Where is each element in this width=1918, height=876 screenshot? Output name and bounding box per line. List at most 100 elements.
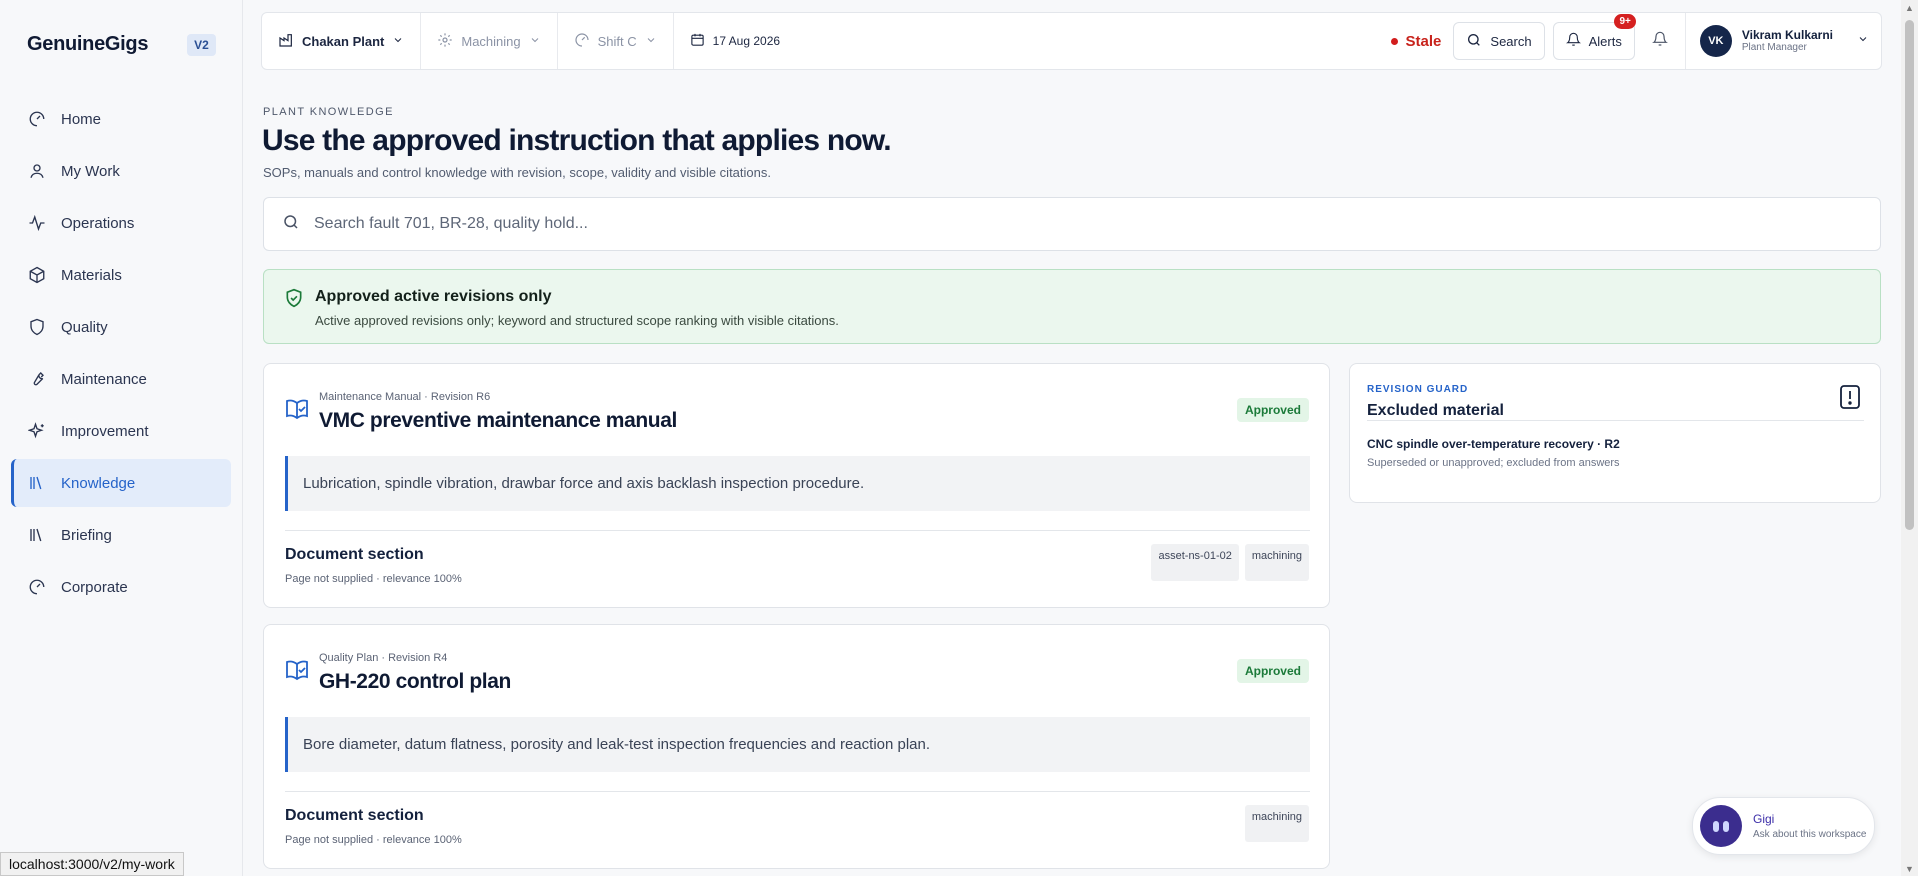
scrollbar-thumb[interactable] <box>1905 20 1914 530</box>
alerts-count-badge: 9+ <box>1614 14 1636 29</box>
sidebar-item-label: Briefing <box>61 526 112 544</box>
page-subtitle: SOPs, manuals and control knowledge with… <box>263 165 771 180</box>
section-title: Document section <box>285 807 424 824</box>
library-icon <box>27 473 47 493</box>
knowledge-search-input[interactable] <box>314 215 1814 233</box>
factory-icon <box>278 32 294 51</box>
alerts-button[interactable]: Alerts 9+ <box>1552 14 1636 60</box>
sidebar-item-operations[interactable]: Operations <box>11 199 231 247</box>
banner-description: Active approved revisions only; keyword … <box>315 313 839 328</box>
chevron-down-icon <box>529 34 541 49</box>
bell-icon <box>1565 32 1581 50</box>
area-selector[interactable]: Machining <box>421 13 558 69</box>
relevance-text: Page not supplied · relevance 100% <box>285 573 462 585</box>
excluded-item-title: CNC spindle over-temperature recovery · … <box>1367 437 1620 451</box>
sidebar-item-label: Home <box>61 110 102 128</box>
user-menu[interactable]: VK Vikram Kulkarni Plant Manager <box>1684 13 1869 69</box>
sidebar: GenuineGigs V2 Home My Work Operations M… <box>0 0 243 876</box>
search-button[interactable]: Search <box>1453 22 1545 60</box>
divider <box>285 530 1310 531</box>
gauge-icon <box>27 109 47 129</box>
assistant-name: Gigi <box>1753 812 1775 826</box>
tag-list: asset-ns-01-02 machining <box>1151 544 1309 581</box>
sidebar-item-label: Materials <box>61 266 122 284</box>
sidebar-item-label: Improvement <box>61 422 149 440</box>
sidebar-item-improvement[interactable]: Improvement <box>11 407 231 455</box>
sidebar-item-label: Corporate <box>61 578 128 596</box>
scroll-down-arrow-icon[interactable]: ▼ <box>1905 864 1914 874</box>
sidebar-item-materials[interactable]: Materials <box>11 251 231 299</box>
sidebar-item-home[interactable]: Home <box>11 95 231 143</box>
sidebar-item-briefing[interactable]: Briefing <box>11 511 231 559</box>
sidebar-item-knowledge[interactable]: Knowledge <box>11 459 231 507</box>
plant-label: Chakan Plant <box>302 33 385 49</box>
wrench-icon <box>27 369 47 389</box>
chevron-down-icon <box>645 34 657 49</box>
tag: asset-ns-01-02 <box>1151 544 1239 581</box>
shield-icon <box>27 317 47 337</box>
stale-label: Stale <box>1405 32 1442 50</box>
gauge-icon <box>27 577 47 597</box>
search-icon <box>1466 32 1482 51</box>
sidebar-item-quality[interactable]: Quality <box>11 303 231 351</box>
activity-icon <box>27 213 47 233</box>
sidebar-item-label: Maintenance <box>61 370 147 388</box>
sidebar-item-label: Operations <box>61 214 135 232</box>
revision-guard-panel: REVISION GUARD Excluded material CNC spi… <box>1349 363 1881 503</box>
file-warning-icon <box>1838 384 1862 415</box>
panel-title: Excluded material <box>1367 402 1504 419</box>
sidebar-item-maintenance[interactable]: Maintenance <box>11 355 231 403</box>
stale-indicator: Stale <box>1390 32 1442 50</box>
gauge-icon <box>574 32 590 51</box>
search-icon <box>282 213 300 236</box>
assistant-subtitle: Ask about this workspace <box>1753 829 1867 840</box>
tag: machining <box>1244 544 1309 581</box>
user-icon <box>27 161 47 181</box>
tag-list: machining <box>1244 805 1309 842</box>
gear-icon <box>437 32 453 51</box>
chevron-down-icon <box>1857 32 1869 50</box>
section-title: Document section <box>285 546 424 563</box>
plant-selector[interactable]: Chakan Plant <box>262 13 422 69</box>
book-check-icon <box>285 659 309 686</box>
user-role: Plant Manager <box>1741 42 1807 53</box>
divider <box>1367 420 1864 421</box>
sidebar-item-label: Quality <box>61 318 108 336</box>
area-label: Machining <box>461 33 521 49</box>
page-scrollbar[interactable]: ▲ ▼ <box>1901 0 1918 876</box>
assistant-launcher[interactable]: Gigi Ask about this workspace <box>1692 797 1875 855</box>
scroll-up-arrow-icon[interactable]: ▲ <box>1905 3 1914 13</box>
date-picker[interactable]: 17 Aug 2026 <box>674 13 796 69</box>
shield-check-icon <box>284 288 304 313</box>
version-badge: V2 <box>187 34 216 56</box>
banner-title: Approved active revisions only <box>315 288 552 305</box>
knowledge-card[interactable]: Quality Plan · Revision R4 GH-220 contro… <box>263 624 1330 869</box>
tag: machining <box>1244 805 1309 842</box>
divider <box>285 791 1310 792</box>
approved-revisions-banner: Approved active revisions only Active ap… <box>263 269 1881 344</box>
knowledge-search-bar <box>263 197 1881 251</box>
notifications-button[interactable] <box>1643 22 1677 60</box>
status-badge: Approved <box>1236 659 1309 683</box>
eye-shape <box>1723 820 1729 832</box>
search-button-label: Search <box>1490 33 1532 49</box>
sidebar-nav: Home My Work Operations Materials Qualit… <box>11 95 231 615</box>
eye-shape <box>1713 820 1719 832</box>
card-title[interactable]: GH-220 control plan <box>319 670 511 694</box>
status-url-tooltip: localhost:3000/v2/my-work <box>0 852 184 876</box>
panel-label: REVISION GUARD <box>1367 384 1469 395</box>
sidebar-item-my-work[interactable]: My Work <box>11 147 231 195</box>
status-badge: Approved <box>1236 398 1309 422</box>
calendar-icon <box>690 32 705 50</box>
knowledge-card[interactable]: Maintenance Manual · Revision R6 VMC pre… <box>263 363 1330 608</box>
card-excerpt: Lubrication, spindle vibration, drawbar … <box>285 456 1310 511</box>
card-title[interactable]: VMC preventive maintenance manual <box>319 409 677 433</box>
date-label: 17 Aug 2026 <box>712 34 781 48</box>
bell-icon <box>1651 31 1668 52</box>
sidebar-item-corporate[interactable]: Corporate <box>11 563 231 611</box>
chevron-down-icon <box>392 34 404 49</box>
brand-logo[interactable]: GenuineGigs <box>27 33 148 56</box>
user-name: Vikram Kulkarni <box>1741 28 1833 42</box>
status-dot-icon <box>1390 37 1398 45</box>
shift-selector[interactable]: Shift C <box>558 13 674 69</box>
